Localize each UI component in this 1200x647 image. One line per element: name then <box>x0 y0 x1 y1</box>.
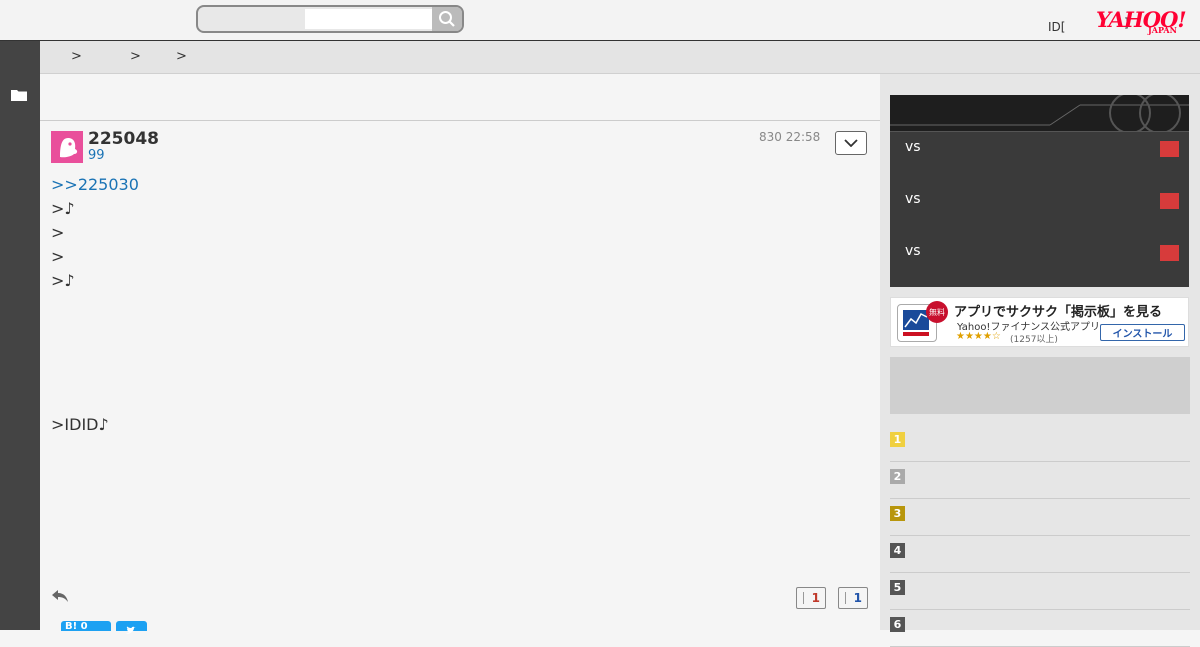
avatar[interactable] <box>51 131 83 163</box>
search-button[interactable] <box>432 7 462 31</box>
vote-up-button[interactable]: 1 <box>796 587 826 609</box>
post-date: 830 22:58 <box>759 130 821 144</box>
main-content: 225048 99 830 22:58 >>225030 >♪ > > >♪ >… <box>40 74 880 634</box>
breadcrumb-separator: > <box>130 49 141 64</box>
ranking-row[interactable]: 1 <box>890 425 1190 462</box>
game-status-marker <box>1160 245 1179 261</box>
post-line: >♪ <box>51 199 75 218</box>
rank-number: 1 <box>890 432 905 447</box>
post-menu-button[interactable] <box>835 131 867 155</box>
header: ID[ ] YAHOO! JAPAN <box>0 0 1200 41</box>
vote-down-button[interactable]: 1 <box>838 587 868 609</box>
reply-link[interactable]: >>225030 <box>51 175 139 194</box>
post-line: > <box>51 223 65 242</box>
game-vs: vs <box>905 139 921 155</box>
breadcrumb: > > > <box>40 41 1200 74</box>
rank-number: 2 <box>890 469 905 484</box>
rating-count: (1257以上) <box>1010 335 1058 345</box>
post-line: >♪ <box>51 271 75 290</box>
ranking-row[interactable]: 2 <box>890 462 1190 499</box>
ranking-row[interactable]: 3 <box>890 499 1190 536</box>
search-icon <box>439 11 455 27</box>
avatar-ghost-icon <box>60 138 78 158</box>
ranking-row[interactable]: 4 <box>890 536 1190 573</box>
game-row[interactable]: vs <box>890 175 1189 227</box>
breadcrumb-separator: > <box>176 49 187 64</box>
login-id-text[interactable]: ID[ <box>1048 20 1065 34</box>
search-input[interactable] <box>305 9 443 29</box>
rank-number: 5 <box>890 580 905 595</box>
game-row[interactable]: vs <box>890 123 1189 175</box>
rank-number: 4 <box>890 543 905 558</box>
free-badge: 無料 <box>926 301 948 323</box>
search-box <box>196 5 464 33</box>
game-status-marker <box>1160 193 1179 209</box>
ranking-header-block <box>890 357 1190 414</box>
game-vs: vs <box>905 191 921 207</box>
rank-number: 3 <box>890 506 905 521</box>
main-top-area <box>40 74 880 121</box>
left-sidebar <box>0 41 40 630</box>
chevron-down-icon <box>844 139 858 147</box>
game-status-marker <box>1160 141 1179 157</box>
game-row[interactable]: vs <box>890 227 1189 279</box>
twitter-icon <box>126 626 136 634</box>
ranking-row[interactable]: 5 <box>890 573 1190 610</box>
post-line: > <box>51 247 65 266</box>
folder-icon[interactable] <box>11 89 27 101</box>
scoreboard: vs vs vs <box>890 92 1189 287</box>
post-number: 225048 <box>88 129 159 149</box>
post-author-link[interactable]: 99 <box>88 148 105 163</box>
star-rating-icon: ★★★★☆ <box>956 331 1001 342</box>
post-line: >IDID♪ <box>51 415 109 434</box>
right-sidebar: vs vs vs 無料 アプリでサクサク「掲示板」を見る Yahoo!ファイナン… <box>880 74 1200 647</box>
game-vs: vs <box>905 243 921 259</box>
ranking-row[interactable]: 6 <box>890 610 1190 647</box>
reply-icon[interactable] <box>51 588 69 604</box>
install-button[interactable]: インストール <box>1100 324 1185 341</box>
breadcrumb-separator: > <box>71 49 82 64</box>
yahoo-logo-sub: JAPAN <box>1148 25 1177 35</box>
app-ad-banner[interactable]: 無料 アプリでサクサク「掲示板」を見る Yahoo!ファイナンス公式アプリ ★★… <box>890 297 1189 347</box>
